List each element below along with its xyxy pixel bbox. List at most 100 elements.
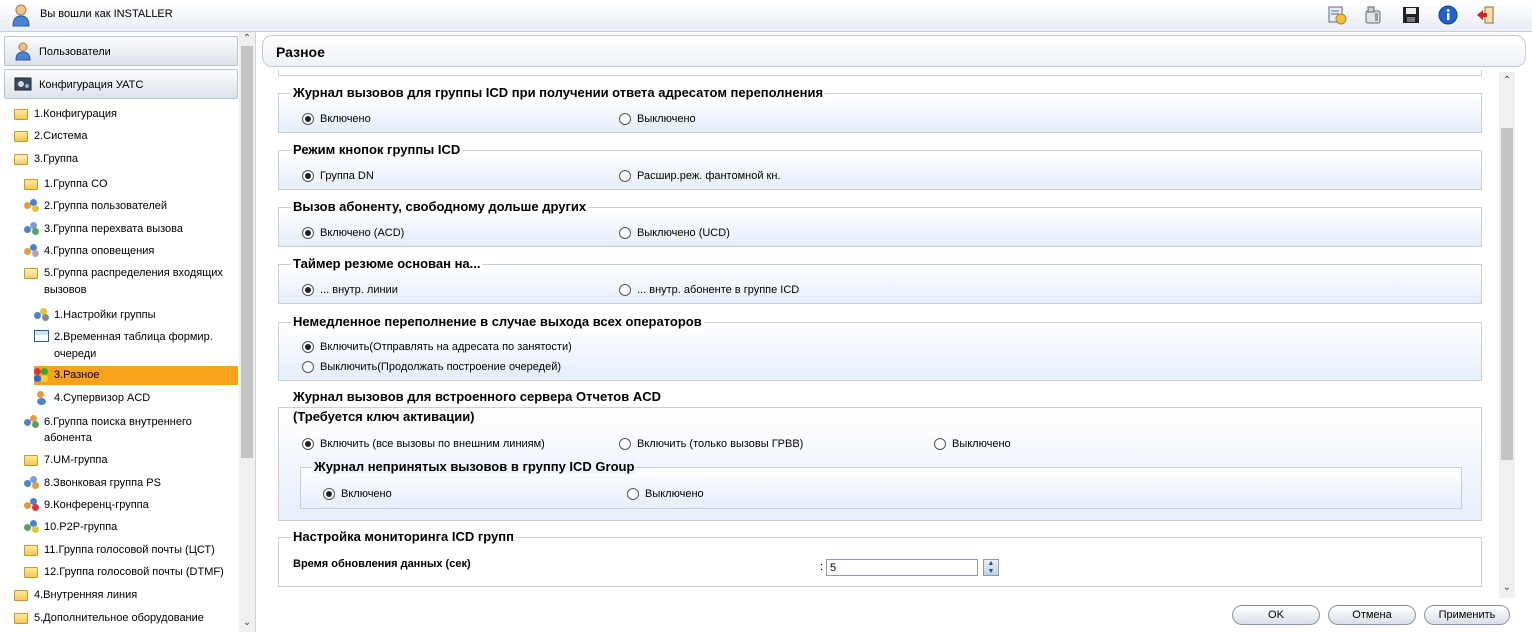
scroll-down-icon[interactable]: ⌄ [242,618,252,628]
tree-item-icd-group[interactable]: 5.Группа распределения входящих [24,265,223,281]
tree-item-voicemail-group-dtmf[interactable]: 12.Группа голосовой почты (DTMF) [24,564,224,580]
radio-button[interactable] [302,341,314,353]
radio-ucd[interactable]: Выключено (UCD) [619,227,730,239]
refresh-time-label: Время обновления данных (сек) [293,558,471,570]
radio-icd-overflow-log-on[interactable]: Включено [302,113,371,125]
radio-label: Выключено [645,488,704,500]
sidebar-scrollbar[interactable]: ⌃ ⌄ [239,32,255,632]
radio-button[interactable] [619,284,631,296]
radio-missed-log-on[interactable]: Включено [323,488,392,500]
radio-button[interactable] [302,170,314,182]
tree-item-label: 5.Группа распределения входящих [44,267,223,279]
radio-button[interactable] [619,227,631,239]
radio-button[interactable] [302,284,314,296]
tree-item-extension[interactable]: 4.Внутренняя линия [14,587,137,603]
scroll-up-icon[interactable]: ⌃ [242,34,252,44]
tree-item-label: 7.UM-группа [44,454,108,466]
content-scrollbar[interactable]: ⌃ ⌄ [1499,72,1515,598]
radio-label: ... внутр. линии [320,284,398,296]
sidebar-section-pbx-config[interactable]: Конфигурация УАТС [4,69,238,99]
folder-icon [24,455,38,466]
user-group-icon [24,199,40,213]
radio-button-mode-extended[interactable]: Расшир.реж. фантомной кн. [619,170,781,182]
sidebar-section-users[interactable]: Пользователи [4,36,238,66]
radio-button[interactable] [934,438,946,450]
page-title-bar: Разное [262,35,1526,67]
tree-item-ext-hunting-group[interactable]: 6.Группа поиска внутреннего [24,414,192,430]
scroll-up-icon[interactable]: ⌃ [1502,75,1512,86]
phone-list-icon[interactable] [1363,4,1385,26]
tree-item-label: 1.Конфигурация [34,108,117,120]
radio-button[interactable] [619,113,631,125]
ps-ring-group-icon [24,476,40,490]
tree-item-paging-group[interactable]: 4.Группа оповещения [24,243,154,259]
time-table-icon [34,330,50,344]
tree-item-optional-device[interactable]: 5.Дополнительное оборудование [14,610,204,626]
radio-button-mode-dn[interactable]: Группа DN [302,170,374,182]
tree-item-p2p-group[interactable]: 10.P2P-группа [24,519,117,535]
folder-icon [14,590,28,601]
folder-icon [24,179,38,190]
refresh-time-stepper[interactable]: ▲ ▼ [983,559,999,576]
radio-button[interactable] [302,438,314,450]
radio-button[interactable] [619,170,631,182]
radio-label: Расшир.реж. фантомной кн. [637,170,781,182]
tree-item-acd-supervisor[interactable]: 4.Супервизор ACD [34,390,150,406]
tree-item-label: 5.Дополнительное оборудование [34,612,204,624]
tree-item-configuration[interactable]: 1.Конфигурация [14,106,117,122]
scrollbar-thumb[interactable] [241,46,253,458]
tree-item-label: 4.Супервизор ACD [54,392,151,404]
tree-item-ps-ring-group[interactable]: 8.Звонковая группа PS [24,475,161,491]
refresh-time-input[interactable] [826,559,978,576]
radio-acd[interactable]: Включено (ACD) [302,227,404,239]
radio-label: Выключено [952,438,1011,450]
tree-item-group[interactable]: 3.Группа [14,151,78,167]
tree-item-user-group[interactable]: 2.Группа пользователей [24,198,167,214]
clock-document-icon[interactable] [1326,4,1348,26]
tree-item-um-group[interactable]: 7.UM-группа [24,452,107,468]
tree-item-queue-time-table[interactable]: 2.Временная таблица формир. [34,329,213,345]
radio-button[interactable] [302,361,314,373]
radio-label: Выключить(Продолжать построение очередей… [320,361,562,373]
tree-item-misc[interactable]: 3.Разное [34,366,238,385]
tree-item-label: вызовов [44,284,87,296]
radio-overflow-enable[interactable]: Включить(Отправлять на адресата по занят… [302,341,572,353]
tree-item-group-settings[interactable]: 1.Настройки группы [34,307,156,323]
radio-button[interactable] [302,227,314,239]
apply-button[interactable]: Применить [1424,605,1510,625]
stepper-down-icon[interactable]: ▼ [984,568,998,576]
radio-report-off[interactable]: Выключено [934,438,1011,450]
radio-timer-icd-member[interactable]: ... внутр. абоненте в группе ICD [619,284,799,296]
radio-icd-overflow-log-off[interactable]: Выключено [619,113,696,125]
tree-item-conference-group[interactable]: 9.Конференц-группа [24,497,149,513]
radio-button[interactable] [302,113,314,125]
radio-report-all-co[interactable]: Включить (все вызовы по внешним линиям) [302,438,545,450]
ok-button[interactable]: OK [1232,605,1320,625]
scroll-down-icon[interactable]: ⌄ [1502,582,1512,593]
tree-item-co-group[interactable]: 1.Группа CO [24,176,108,192]
settings-content: Журнал вызовов для группы ICD при получе… [262,70,1498,598]
tree-item-label: 3.Разное [54,369,100,381]
radio-report-icd-only[interactable]: Включить (только вызовы ГРВВ) [619,438,803,450]
tree-item-label: 11.Группа голосовой почты (ЦСТ) [44,544,215,556]
radio-button[interactable] [627,488,639,500]
tree-item-system[interactable]: 2.Система [14,128,87,144]
radio-missed-log-off[interactable]: Выключено [627,488,704,500]
tree-item-pickup-group[interactable]: 3.Группа перехвата вызова [24,221,183,237]
cancel-button[interactable]: Отмена [1328,605,1416,625]
radio-button[interactable] [619,438,631,450]
radio-label: Выключено (UCD) [637,227,730,239]
stepper-up-icon[interactable]: ▲ [984,560,998,568]
radio-overflow-disable[interactable]: Выключить(Продолжать построение очередей… [302,361,561,373]
tree-item-label: 2.Группа пользователей [44,200,168,212]
tree-item-label: 3.Группа [34,153,79,165]
radio-timer-extension[interactable]: ... внутр. линии [302,284,398,296]
save-disk-icon[interactable] [1400,4,1422,26]
tree-item-label: 3.Группа перехвата вызова [44,223,183,235]
conference-group-icon [24,498,40,512]
info-icon[interactable] [1437,4,1459,26]
logout-icon[interactable] [1474,4,1496,26]
radio-button[interactable] [323,488,335,500]
scrollbar-thumb[interactable] [1501,128,1513,460]
tree-item-voicemail-group-dpt[interactable]: 11.Группа голосовой почты (ЦСТ) [24,542,215,558]
